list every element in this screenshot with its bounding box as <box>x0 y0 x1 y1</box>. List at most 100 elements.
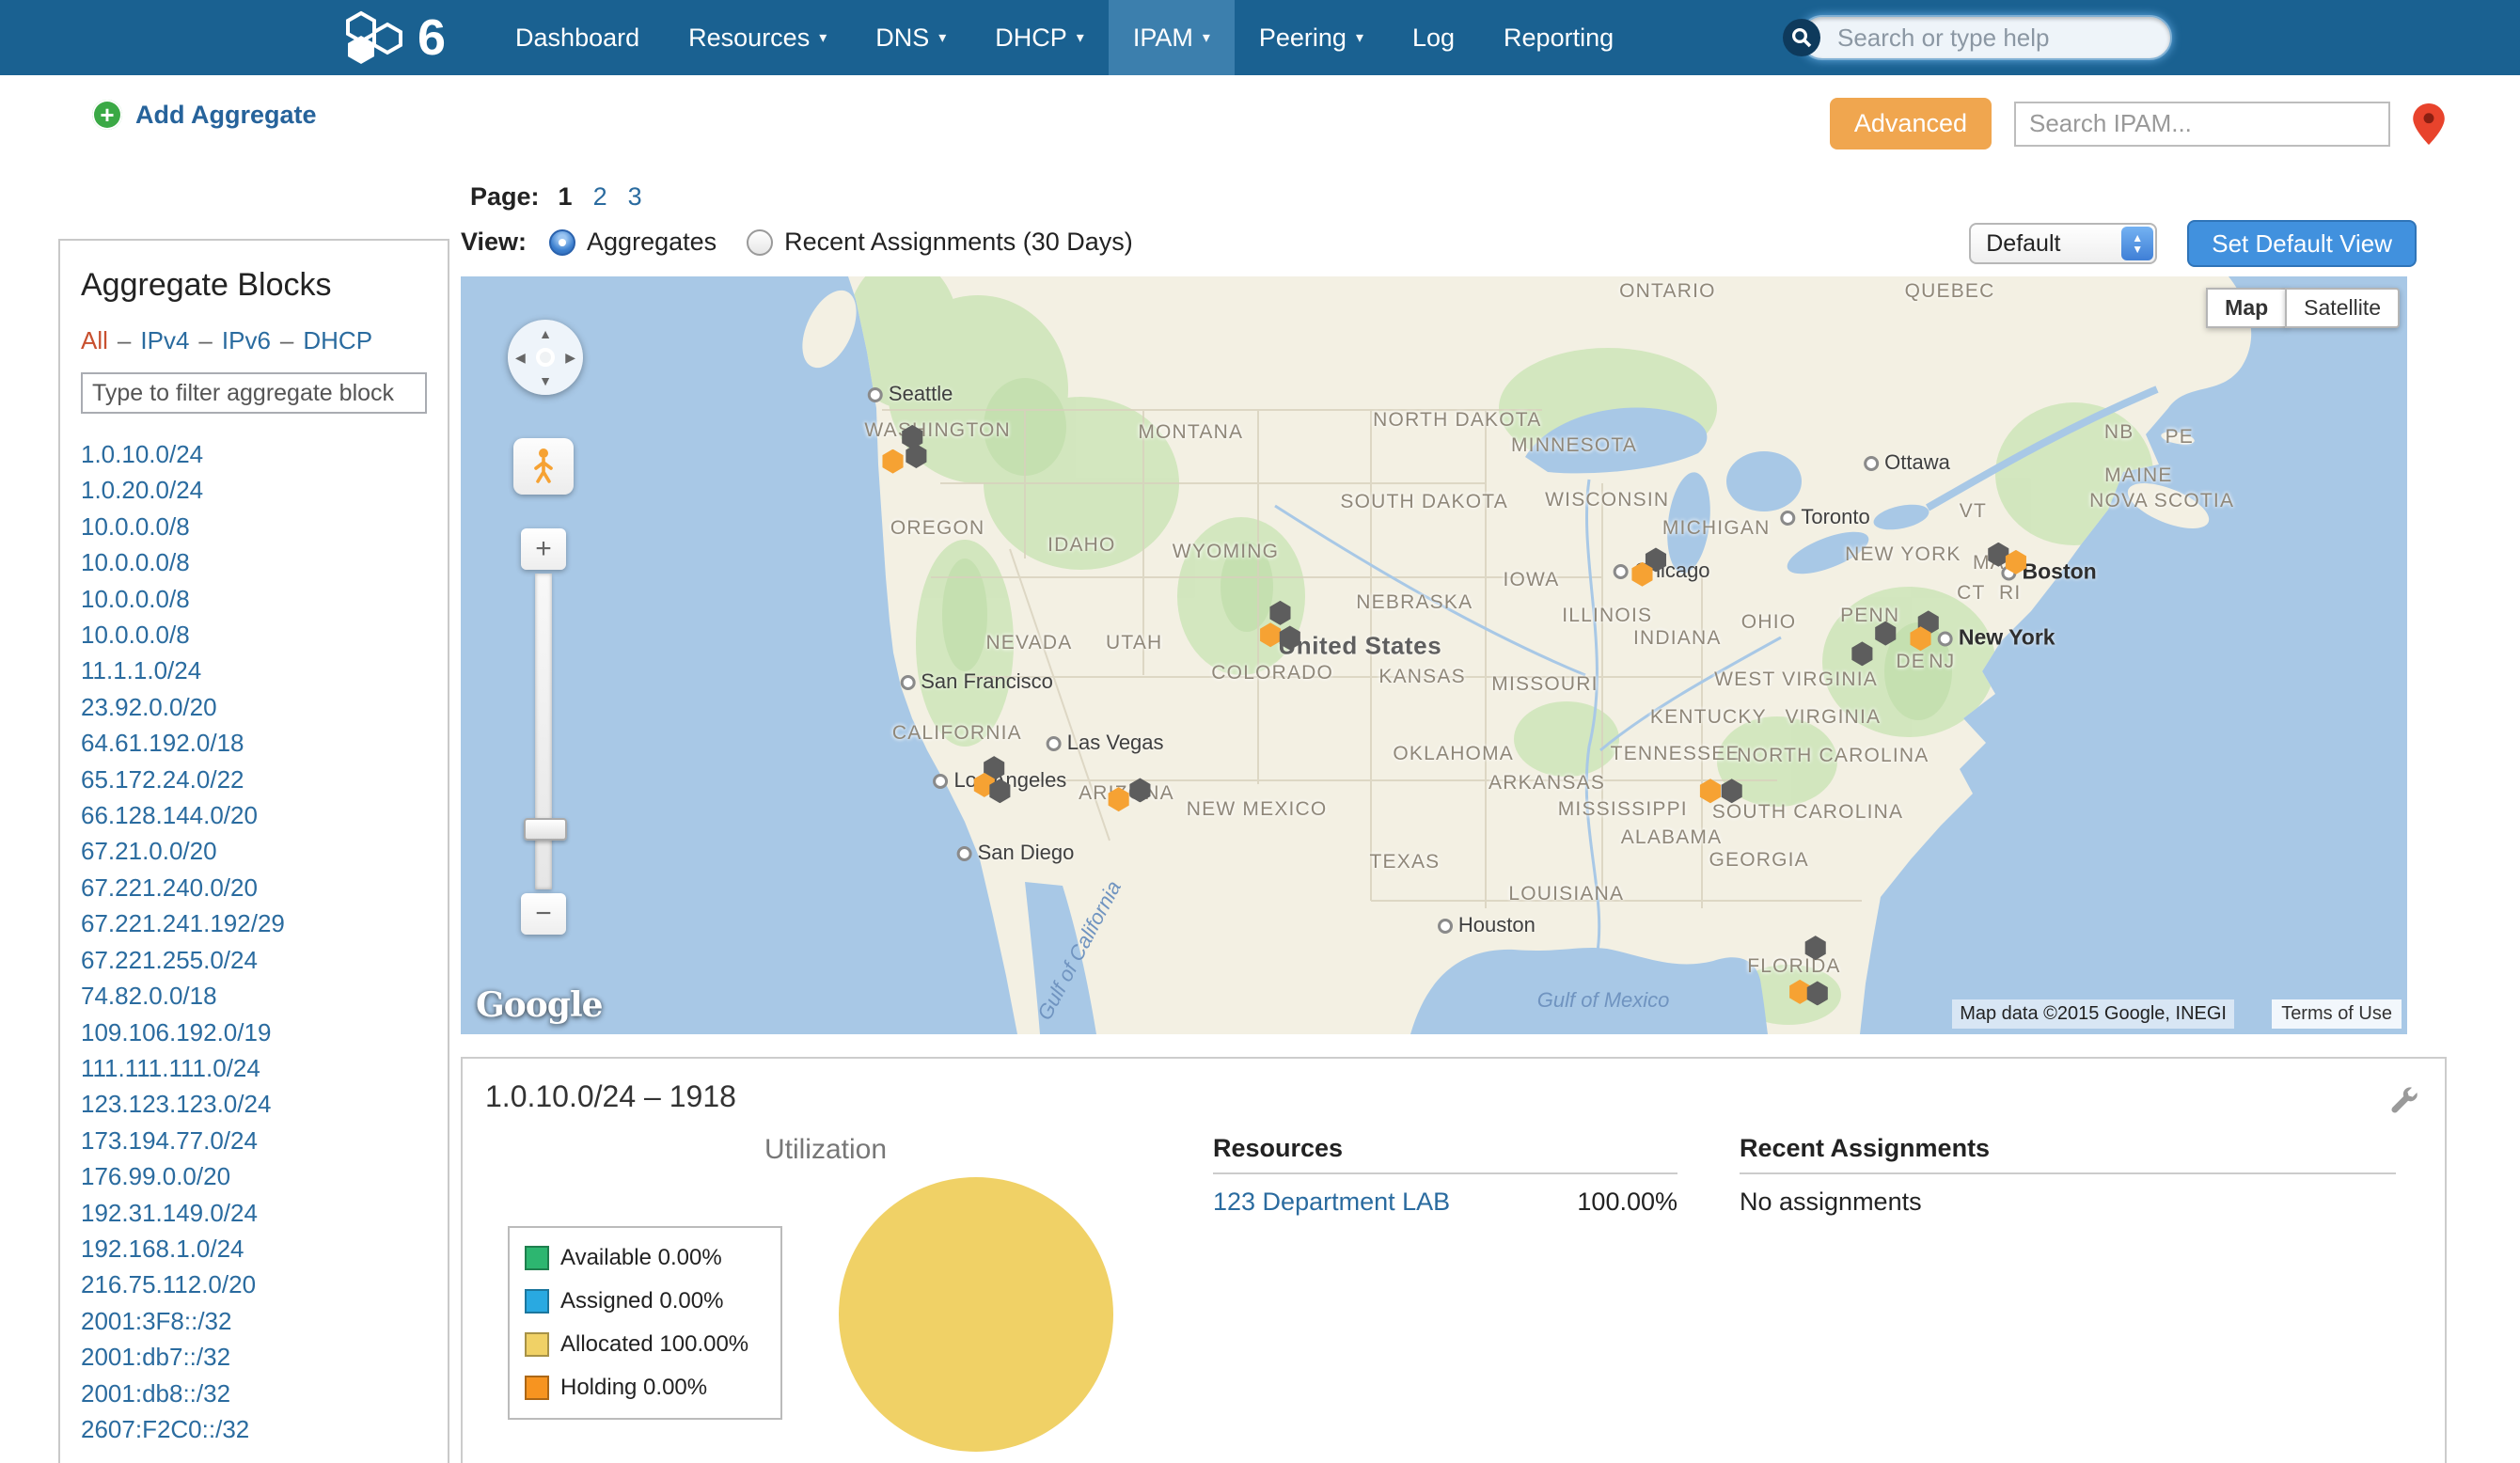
aggregate-filter[interactable]: IPv6 <box>222 326 271 355</box>
advanced-button[interactable]: Advanced <box>1830 98 1992 149</box>
aggregate-block-link[interactable]: 176.99.0.0/20 <box>81 1158 427 1194</box>
zoom-in-button[interactable]: + <box>521 528 566 570</box>
aggregate-filters: All–IPv4–IPv6–DHCP <box>81 326 427 355</box>
aggregate-block-link[interactable]: 10.0.0.0/8 <box>81 581 427 617</box>
aggregate-filter[interactable]: IPv4 <box>140 326 189 355</box>
resources-rows: 123 Department LAB 100.00% <box>1213 1188 1677 1217</box>
map-type-button[interactable]: Satellite <box>2285 288 2400 328</box>
aggregate-block-link[interactable]: 216.75.112.0/20 <box>81 1266 427 1302</box>
view-radio-option[interactable]: Aggregates <box>549 228 717 257</box>
pan-control[interactable]: ▲ ▼ ◀ ▶ <box>508 320 583 395</box>
aggregate-block-link[interactable]: 111.111.111.0/24 <box>81 1050 427 1086</box>
aggregate-block-link[interactable]: 123.123.123.0/24 <box>81 1086 427 1122</box>
set-default-view-button[interactable]: Set Default View <box>2187 220 2417 267</box>
pan-right-arrow[interactable]: ▶ <box>565 351 575 364</box>
resources-column: Resources 123 Department LAB 100.00% <box>1213 1134 1677 1217</box>
chevron-down-icon: ▾ <box>1356 28 1363 47</box>
pan-left-arrow[interactable]: ◀ <box>515 351 526 364</box>
aggregate-block-link[interactable]: 74.82.0.0/18 <box>81 978 427 1014</box>
ipam-search-input[interactable] <box>2014 102 2390 147</box>
aggregate-block-link[interactable]: 66.128.144.0/20 <box>81 797 427 833</box>
page-numbers: 123 <box>559 182 642 212</box>
page-number[interactable]: 3 <box>628 182 642 212</box>
pan-up-arrow[interactable]: ▲ <box>539 327 552 340</box>
nav-item[interactable]: Peering▾ <box>1235 0 1388 75</box>
resources-header: Resources <box>1213 1134 1677 1174</box>
map-pin-icon[interactable] <box>2413 103 2445 145</box>
view-radio-option[interactable]: Recent Assignments (30 Days) <box>747 228 1133 257</box>
aggregate-block-link[interactable]: 65.172.24.0/22 <box>81 762 427 797</box>
aggregate-block-link[interactable]: 10.0.0.0/8 <box>81 617 427 653</box>
aggregate-block-link[interactable]: 1.0.20.0/24 <box>81 472 427 508</box>
terms-of-use-link[interactable]: Terms of Use <box>2272 999 2402 1029</box>
aggregate-block-link[interactable]: 10.0.0.0/8 <box>81 544 427 580</box>
search-icon[interactable] <box>1783 19 1820 56</box>
resource-link[interactable]: 123 Department LAB <box>1213 1188 1450 1217</box>
aggregate-block-link[interactable]: 192.31.149.0/24 <box>81 1195 427 1231</box>
legend-swatch <box>525 1376 549 1400</box>
aggregate-block-link[interactable]: 1.0.10.0/24 <box>81 436 427 472</box>
pan-down-arrow[interactable]: ▼ <box>539 374 552 387</box>
aggregate-block-link[interactable]: 67.221.255.0/24 <box>81 942 427 978</box>
aggregate-filter[interactable]: DHCP <box>303 326 372 355</box>
aggregate-block-link[interactable]: 67.221.241.192/29 <box>81 905 427 941</box>
nav-item[interactable]: DHCP▾ <box>970 0 1109 75</box>
utilization-pie <box>839 1177 1113 1452</box>
page-label: Page: <box>470 182 540 212</box>
page-number[interactable]: 1 <box>559 182 573 212</box>
ipam-search-toolbar: Advanced <box>1830 98 2445 149</box>
page-number[interactable]: 2 <box>593 182 607 212</box>
aggregate-block-link[interactable]: 10.0.0.0/8 <box>81 509 427 544</box>
aggregate-block-link[interactable]: 2001:db7::/32 <box>81 1339 427 1375</box>
aggregate-block-link[interactable]: 67.221.240.0/20 <box>81 870 427 905</box>
map-attribution: Map data ©2015 Google, INEGI <box>1952 999 2234 1029</box>
aggregate-block-link[interactable]: 2607:F2C0::/32 <box>81 1411 427 1447</box>
nav-item[interactable]: Dashboard▾ <box>491 0 664 75</box>
aggregate-block-link[interactable]: 23.92.0.0/20 <box>81 689 427 725</box>
add-aggregate-button[interactable]: + Add Aggregate <box>92 100 317 130</box>
help-search-input[interactable] <box>1800 15 2172 60</box>
nav-item[interactable]: IPAM▾ <box>1109 0 1235 75</box>
zoom-out-button[interactable]: − <box>521 893 566 935</box>
legend-swatch <box>525 1246 549 1270</box>
brand-logo[interactable]: 6 <box>342 9 446 66</box>
top-nav: 6 Dashboard▾Resources▾DNS▾DHCP▾IPAM▾Peer… <box>0 0 2520 75</box>
chevron-down-icon: ▾ <box>819 28 827 47</box>
aggregate-block-link[interactable]: 109.106.192.0/19 <box>81 1015 427 1050</box>
aggregate-detail-panel: 1.0.10.0/24 – 1918 Utilization Available… <box>461 1057 2447 1463</box>
no-assignments-text: No assignments <box>1740 1188 2396 1217</box>
aggregate-blocks-title: Aggregate Blocks <box>81 267 427 304</box>
zoom-slider-track[interactable] <box>535 574 552 889</box>
nav-item[interactable]: DNS▾ <box>851 0 970 75</box>
aggregate-block-link[interactable]: 173.194.77.0/24 <box>81 1123 427 1158</box>
resource-utilization: 100.00% <box>1577 1188 1677 1217</box>
nav-item[interactable]: Log▾ <box>1388 0 1479 75</box>
select-arrows-icon: ▲▼ <box>2121 227 2153 260</box>
view-option-label: Aggregates <box>587 228 717 257</box>
legend-swatch <box>525 1332 549 1357</box>
nav-item[interactable]: Reporting▾ <box>1479 0 1638 75</box>
resource-row: 123 Department LAB 100.00% <box>1213 1188 1677 1217</box>
aggregate-block-link[interactable]: 192.168.1.0/24 <box>81 1231 427 1266</box>
map-type-toggle: MapSatellite <box>2206 288 2400 328</box>
map-type-button[interactable]: Map <box>2206 288 2287 328</box>
view-preset-select[interactable]: Default ▲▼ <box>1969 223 2157 264</box>
nav-item[interactable]: Resources▾ <box>664 0 851 75</box>
view-options: Aggregates Recent Assignments (30 Days) <box>549 228 1133 257</box>
aggregate-block-link[interactable]: 11.1.1.0/24 <box>81 653 427 688</box>
pegman-control[interactable] <box>513 438 574 495</box>
map-canvas[interactable]: ONTARIOQUEBECNBPENOVA SCOTIAMAINEWASHING… <box>461 276 2407 1034</box>
aggregate-block-link[interactable]: 64.61.192.0/18 <box>81 725 427 761</box>
zoom-slider-handle[interactable] <box>524 818 567 841</box>
radio-icon <box>747 229 773 256</box>
aggregate-block-link[interactable]: 67.21.0.0/20 <box>81 833 427 869</box>
zoom-control: + − <box>521 528 566 935</box>
detail-title: 1.0.10.0/24 – 1918 <box>485 1079 736 1114</box>
aggregate-block-link[interactable]: 2001:3F8::/32 <box>81 1303 427 1339</box>
pegman-icon <box>530 448 557 485</box>
aggregate-filter[interactable]: All <box>81 326 108 355</box>
wrench-icon[interactable] <box>2388 1085 2418 1123</box>
aggregate-block-link[interactable]: 2001:db8::/32 <box>81 1376 427 1411</box>
aggregate-filter-input[interactable] <box>81 372 427 414</box>
aggregate-filter: – <box>280 326 293 355</box>
